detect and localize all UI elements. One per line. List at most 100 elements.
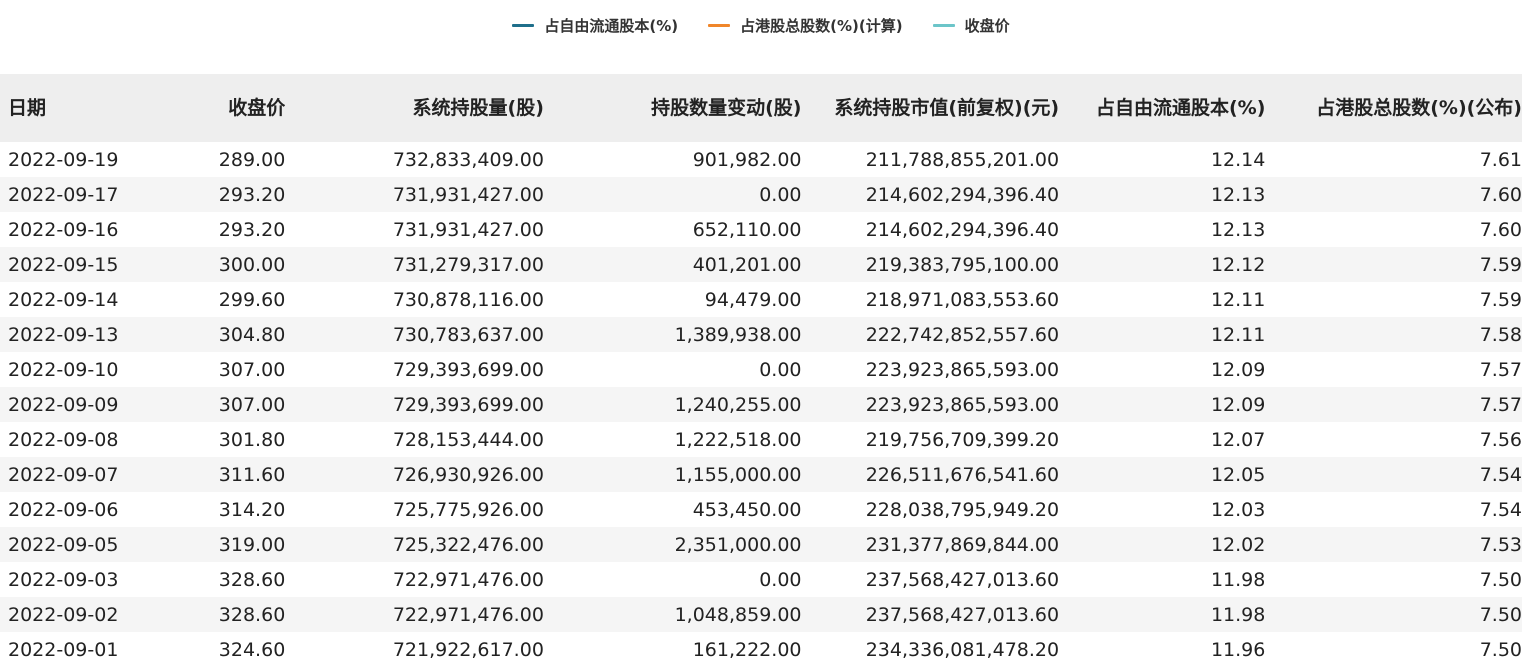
cell-market-value: 214,602,294,396.40 (865, 183, 1060, 206)
cell-holding-change: 0.00 (759, 183, 802, 206)
cell-holding-shares: 729,393,699.00 (392, 393, 544, 416)
cell-market-value: 218,971,083,553.60 (865, 288, 1060, 311)
cell-holding-change: 1,222,518.00 (674, 428, 802, 451)
cell-close-price: 328.60 (218, 568, 286, 591)
cell-free-float-pct: 12.13 (1210, 218, 1266, 241)
cell-holding-shares: 725,775,926.00 (392, 498, 544, 521)
cell-close-price: 324.60 (218, 638, 286, 661)
cell-free-float-pct: 12.05 (1210, 463, 1266, 486)
cell-hk-total-pct: 7.54 (1479, 463, 1522, 486)
cell-holding-change: 652,110.00 (692, 218, 802, 241)
legend-item-hk-total[interactable]: 占港股总股数(%)(计算) (708, 15, 903, 36)
cell-market-value: 219,383,795,100.00 (865, 253, 1060, 276)
cell-free-float-pct: 12.11 (1210, 288, 1266, 311)
cell-hk-total-pct: 7.59 (1479, 288, 1522, 311)
cell-holding-change: 94,479.00 (704, 288, 802, 311)
legend-label-close-price: 收盘价 (964, 16, 1010, 35)
cell-close-price: 304.80 (218, 323, 286, 346)
cell-date: 2022-09-17 (8, 183, 119, 206)
cell-holding-change: 161,222.00 (692, 638, 802, 661)
cell-date: 2022-09-07 (8, 463, 119, 486)
legend-label-hk-total: 占港股总股数(%)(计算) (740, 16, 903, 35)
holdings-table: 日期 收盘价 系统持股量(股) 持股数量变动(股) 系统持股市值(前复权)(元)… (0, 74, 1522, 667)
legend-label-free-float: 占自由流通股本(%) (544, 16, 679, 35)
cell-hk-total-pct: 7.58 (1479, 323, 1522, 346)
table-row: 2022-09-09 307.00 729,393,699.00 1,240,255.… (0, 387, 1522, 422)
header-hk-total-pct[interactable]: 占港股总股数(%)(公布) (1265, 74, 1522, 142)
table-row: 2022-09-15 300.00 731,279,317.00 401,201.00… (0, 247, 1522, 282)
header-market-value[interactable]: 系统持股市值(前复权)(元) (802, 74, 1059, 142)
cell-date: 2022-09-10 (8, 358, 119, 381)
cell-hk-total-pct: 7.50 (1479, 638, 1522, 661)
cell-close-price: 307.00 (218, 393, 286, 416)
cell-date: 2022-09-13 (8, 323, 119, 346)
header-free-float-pct[interactable]: 占自由流通股本(%) (1059, 74, 1265, 142)
table-row: 2022-09-03 328.60 722,971,476.00 0.00 237,56… (0, 562, 1522, 597)
table-row: 2022-09-13 304.80 730,783,637.00 1,389,938.… (0, 317, 1522, 352)
cell-close-price: 289.00 (218, 148, 286, 171)
header-holding-change[interactable]: 持股数量变动(股) (544, 74, 801, 142)
cell-hk-total-pct: 7.61 (1479, 148, 1522, 171)
cell-close-price: 299.60 (218, 288, 286, 311)
cell-free-float-pct: 12.07 (1210, 428, 1266, 451)
table-row: 2022-09-05 319.00 725,322,476.00 2,351,000.… (0, 527, 1522, 562)
cell-hk-total-pct: 7.57 (1479, 393, 1522, 416)
cell-free-float-pct: 11.98 (1210, 603, 1266, 626)
legend-item-close-price[interactable]: 收盘价 (932, 15, 1010, 36)
cell-hk-total-pct: 7.60 (1479, 218, 1522, 241)
cell-market-value: 228,038,795,949.20 (865, 498, 1060, 521)
cell-date: 2022-09-06 (8, 498, 119, 521)
table-row: 2022-09-02 328.60 722,971,476.00 1,048,859.… (0, 597, 1522, 632)
cell-hk-total-pct: 7.50 (1479, 568, 1522, 591)
cell-market-value: 237,568,427,013.60 (865, 568, 1060, 591)
cell-market-value: 214,602,294,396.40 (865, 218, 1060, 241)
table-body: 2022-09-19 289.00 732,833,409.00 901,982.00… (0, 142, 1522, 667)
cell-free-float-pct: 11.98 (1210, 568, 1266, 591)
cell-holding-shares: 728,153,444.00 (392, 428, 544, 451)
table-row: 2022-09-10 307.00 729,393,699.00 0.00 223,92… (0, 352, 1522, 387)
cell-free-float-pct: 12.14 (1210, 148, 1266, 171)
table-row: 2022-09-08 301.80 728,153,444.00 1,222,518.… (0, 422, 1522, 457)
header-date[interactable]: 日期 (0, 74, 162, 142)
table-row: 2022-09-14 299.60 730,878,116.00 94,479.00 2… (0, 282, 1522, 317)
cell-holding-change: 0.00 (759, 358, 802, 381)
cell-free-float-pct: 12.02 (1210, 533, 1266, 556)
cell-date: 2022-09-16 (8, 218, 119, 241)
cell-holding-shares: 725,322,476.00 (392, 533, 544, 556)
cell-hk-total-pct: 7.53 (1479, 533, 1522, 556)
cell-close-price: 301.80 (218, 428, 286, 451)
cell-market-value: 219,756,709,399.20 (865, 428, 1060, 451)
cell-holding-shares: 730,878,116.00 (392, 288, 544, 311)
cell-holding-change: 401,201.00 (692, 253, 802, 276)
cell-market-value: 223,923,865,593.00 (865, 358, 1060, 381)
cell-free-float-pct: 12.09 (1210, 393, 1266, 416)
cell-holding-change: 1,240,255.00 (674, 393, 802, 416)
cell-close-price: 314.20 (218, 498, 286, 521)
cell-holding-change: 453,450.00 (692, 498, 802, 521)
header-holding-shares[interactable]: 系统持股量(股) (285, 74, 544, 142)
cell-date: 2022-09-09 (8, 393, 119, 416)
cell-hk-total-pct: 7.59 (1479, 253, 1522, 276)
legend-swatch-close-price (932, 23, 955, 27)
cell-holding-shares: 731,931,427.00 (392, 183, 544, 206)
cell-holding-shares: 732,833,409.00 (392, 148, 544, 171)
cell-close-price: 328.60 (218, 603, 286, 626)
cell-close-price: 319.00 (218, 533, 286, 556)
cell-holding-shares: 731,279,317.00 (392, 253, 544, 276)
cell-holding-change: 1,048,859.00 (674, 603, 802, 626)
cell-holding-shares: 730,783,637.00 (392, 323, 544, 346)
cell-holding-change: 1,155,000.00 (674, 463, 802, 486)
legend-item-free-float[interactable]: 占自由流通股本(%) (512, 15, 678, 36)
cell-close-price: 300.00 (218, 253, 286, 276)
header-close-price[interactable]: 收盘价 (162, 74, 285, 142)
cell-date: 2022-09-05 (8, 533, 119, 556)
cell-hk-total-pct: 7.56 (1479, 428, 1522, 451)
cell-date: 2022-09-01 (8, 638, 119, 661)
cell-holding-shares: 726,930,926.00 (392, 463, 544, 486)
cell-holding-change: 2,351,000.00 (674, 533, 802, 556)
cell-market-value: 222,742,852,557.60 (865, 323, 1060, 346)
cell-date: 2022-09-08 (8, 428, 119, 451)
cell-holding-shares: 722,971,476.00 (392, 568, 544, 591)
cell-free-float-pct: 12.12 (1210, 253, 1266, 276)
cell-hk-total-pct: 7.50 (1479, 603, 1522, 626)
